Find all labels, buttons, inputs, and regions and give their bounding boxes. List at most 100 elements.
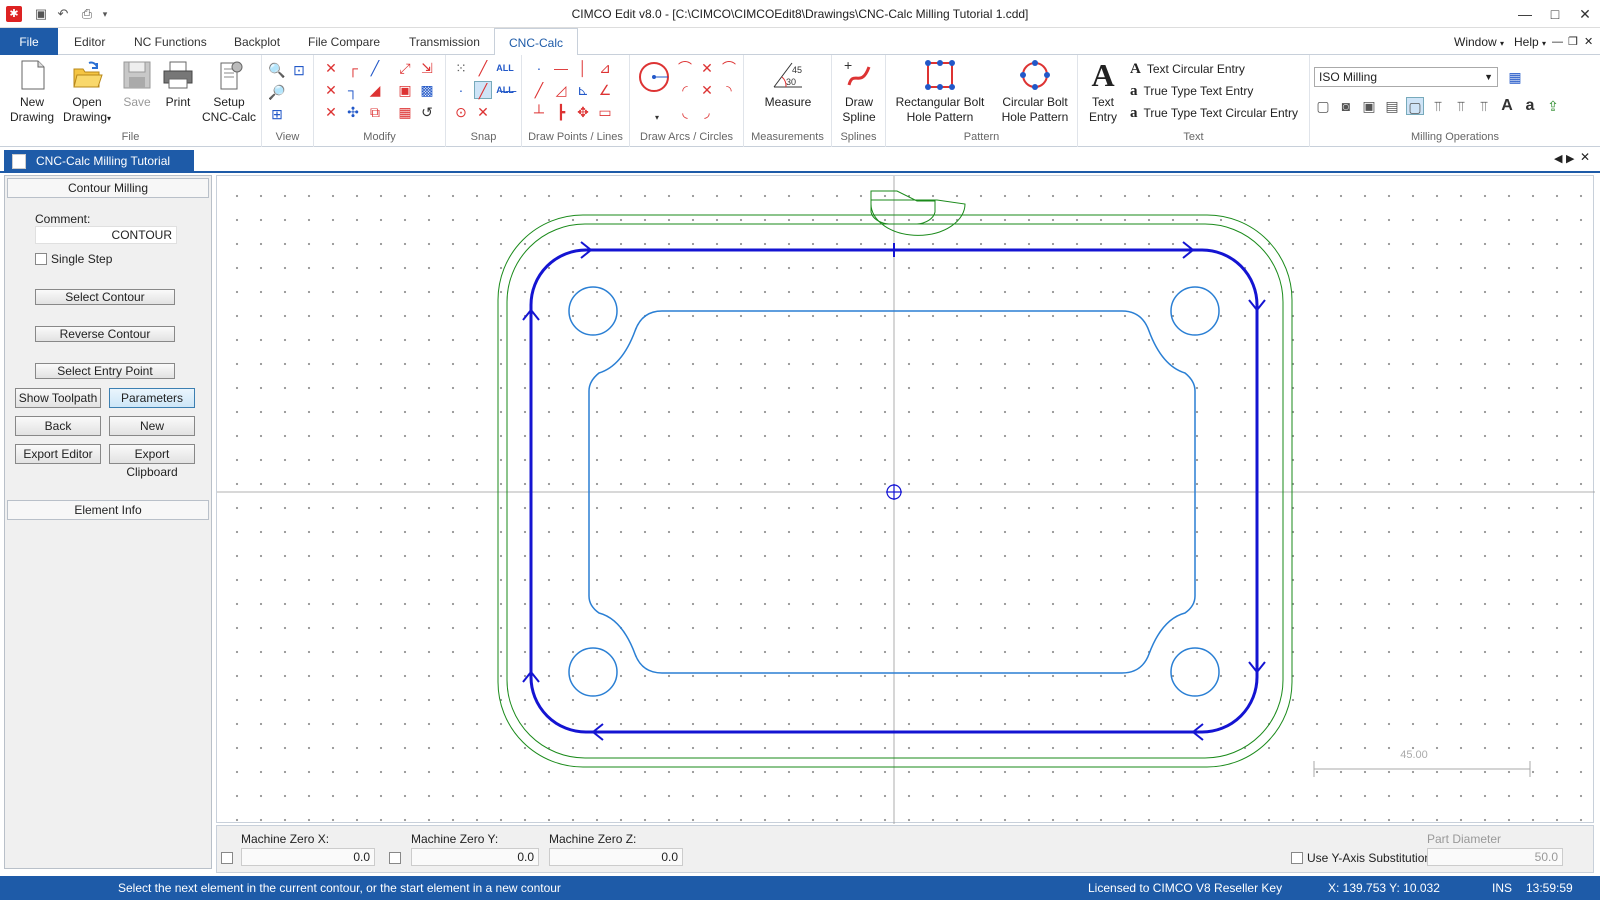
snap-grid-icon[interactable]: ⁙ (452, 59, 470, 77)
maximize-button[interactable]: □ (1540, 4, 1570, 24)
ribbon-minimize-icon[interactable]: — (1552, 28, 1563, 55)
machine-zero-y-checkbox[interactable] (389, 852, 401, 864)
drawing-canvas[interactable]: 45.00 (216, 175, 1595, 824)
arc-fillet-icon[interactable]: ◜ (676, 81, 694, 99)
vertical-line-icon[interactable]: │ (574, 59, 592, 77)
bolt-hole-top-right[interactable] (1170, 286, 1220, 336)
export-clipboard-button[interactable]: Export Clipboard (109, 444, 195, 479)
arc-curve-icon[interactable]: ◝ (720, 81, 738, 99)
minimize-button[interactable]: — (1510, 4, 1540, 24)
machine-zero-y-input[interactable]: 0.0 (411, 848, 539, 866)
drawing-svg[interactable]: 45.00 (217, 176, 1595, 824)
machine-zero-x-input[interactable]: 0.0 (241, 848, 375, 866)
machine-zero-z-input[interactable]: 0.0 (549, 848, 683, 866)
snap-point-icon[interactable]: · (452, 81, 470, 99)
pocket-islands-icon[interactable]: ▣ (1360, 97, 1378, 115)
tab-file-compare[interactable]: File Compare (294, 28, 394, 55)
stock-outline-inner[interactable] (506, 223, 1284, 759)
new-drawing-button[interactable]: New Drawing (6, 59, 58, 125)
parameters-button[interactable]: Parameters (109, 388, 195, 408)
rotate-icon[interactable]: ▩ (418, 81, 436, 99)
tapping-icon[interactable]: ⫪ (1452, 97, 1470, 115)
export-nc-icon[interactable]: ⇪ (1544, 97, 1562, 115)
zoom-window-icon[interactable]: ⊡ (290, 61, 308, 79)
scale-icon[interactable]: ▦ (396, 103, 414, 121)
setup-cnc-calc-button[interactable]: Setup CNC-Calc (198, 59, 260, 125)
export-editor-button[interactable]: Export Editor (15, 444, 101, 464)
circ-bolt-pattern-button[interactable]: Circular Bolt Hole Pattern (994, 59, 1076, 125)
arc-3p-icon[interactable]: ⌒ (720, 59, 738, 77)
back-button[interactable]: Back (15, 416, 101, 436)
undo-icon[interactable]: ↺ (418, 103, 436, 121)
open-drawing-button[interactable]: Open Drawing▾ (58, 59, 116, 126)
boring-icon[interactable]: ⫪ (1475, 97, 1493, 115)
rotate-line-icon[interactable]: ✥ (574, 103, 592, 121)
bolt-hole-bottom-right[interactable] (1170, 647, 1220, 697)
text-entry-button[interactable]: A Text Entry (1082, 59, 1124, 125)
engrave-tt-icon[interactable]: a (1521, 97, 1539, 115)
perpendicular-icon[interactable]: ┴ (530, 103, 548, 121)
text-circular-entry-button[interactable]: A Text Circular Entry (1130, 59, 1245, 79)
ribbon-restore-icon[interactable]: ❐ (1568, 28, 1578, 55)
pocket-icon[interactable]: ◙ (1337, 97, 1355, 115)
true-type-text-button[interactable]: a True Type Text Entry (1130, 81, 1253, 101)
single-step-checkbox[interactable] (35, 253, 47, 265)
snap-intersection-icon[interactable]: ✕ (474, 103, 492, 121)
save-button[interactable]: Save (116, 59, 158, 110)
window-menu[interactable]: Window ▾ (1454, 28, 1504, 55)
circle-more-icon[interactable]: ▾ (648, 109, 666, 127)
copy-icon[interactable]: ⧉ (366, 103, 384, 121)
delete-icon[interactable]: ✕ (322, 103, 340, 121)
milling-type-select[interactable]: ISO Milling ▼ (1314, 67, 1498, 87)
mirror-icon[interactable]: ⇲ (418, 59, 436, 77)
help-menu[interactable]: Help ▾ (1514, 28, 1546, 55)
bolt-hole-top-left[interactable] (568, 286, 618, 336)
draw-spline-button[interactable]: + Draw Spline (834, 57, 884, 125)
show-toolpath-button[interactable]: Show Toolpath (15, 388, 101, 408)
snap-line-icon[interactable]: ╱ (474, 59, 492, 77)
print-button[interactable]: Print (158, 59, 198, 110)
measure-button[interactable]: 45 30 Measure (752, 59, 824, 110)
machine-zero-x-checkbox[interactable] (221, 852, 233, 864)
reverse-contour-button[interactable]: Reverse Contour (35, 326, 175, 342)
drilling-icon[interactable]: ⫪ (1429, 97, 1447, 115)
document-tab[interactable]: CNC-Calc Milling Tutorial 1.cdd (4, 150, 194, 191)
line-icon[interactable]: ╱ (530, 81, 548, 99)
comment-input[interactable]: CONTOUR (35, 226, 177, 244)
ribbon-close-icon[interactable]: ✕ (1584, 28, 1593, 55)
tangent-line-icon[interactable]: ┣ (552, 103, 570, 121)
polar-line-icon[interactable]: ∠ (596, 81, 614, 99)
angle-line-icon[interactable]: ⊿ (596, 59, 614, 77)
bolt-hole-bottom-left[interactable] (568, 647, 618, 697)
triangle-line-icon[interactable]: ◿ (552, 81, 570, 99)
arc-center-icon[interactable]: ◟ (676, 103, 694, 121)
arc-tangent-icon[interactable]: ⌒ (676, 59, 694, 77)
tab-editor[interactable]: Editor (60, 28, 119, 55)
transform-icon[interactable]: ⤢ (396, 59, 414, 77)
corner-icon[interactable]: ┌ (344, 59, 362, 77)
trim-icon[interactable]: ✕ (322, 59, 340, 77)
document-close-icon[interactable]: ✕ (1580, 150, 1590, 164)
select-contour-button[interactable]: Select Contour (35, 289, 175, 305)
select-entry-point-button[interactable]: Select Entry Point (35, 363, 175, 379)
fillet-icon[interactable]: ┐ (344, 81, 362, 99)
part-diameter-input[interactable]: 50.0 (1427, 848, 1563, 866)
contour-milling-icon[interactable]: ▢ (1406, 97, 1424, 115)
arc-end-icon[interactable]: ◞ (698, 103, 716, 121)
stock-outline-outer[interactable] (497, 214, 1293, 768)
snap-tangent-icon[interactable]: ╱ (474, 81, 492, 99)
tab-transmission[interactable]: Transmission (395, 28, 494, 55)
tool-table-icon[interactable]: ▦ (1506, 68, 1524, 86)
y-axis-substitution-checkbox[interactable] (1291, 852, 1303, 864)
arc-cross-icon[interactable]: ✕ (698, 59, 716, 77)
tab-cnc-calc[interactable]: CNC-Calc (494, 28, 578, 56)
tab-scroll-right-icon[interactable]: ▶ (1566, 152, 1574, 165)
slot-icon[interactable]: ▤ (1383, 97, 1401, 115)
point-icon[interactable]: · (530, 59, 548, 77)
break-icon[interactable]: ✕ (322, 81, 340, 99)
tab-nc-functions[interactable]: NC Functions (120, 28, 221, 55)
engrave-text-icon[interactable]: A (1498, 97, 1516, 115)
new-button[interactable]: New (109, 416, 195, 436)
rectangle-icon[interactable]: ▭ (596, 103, 614, 121)
extend-icon[interactable]: ╱ (366, 59, 384, 77)
